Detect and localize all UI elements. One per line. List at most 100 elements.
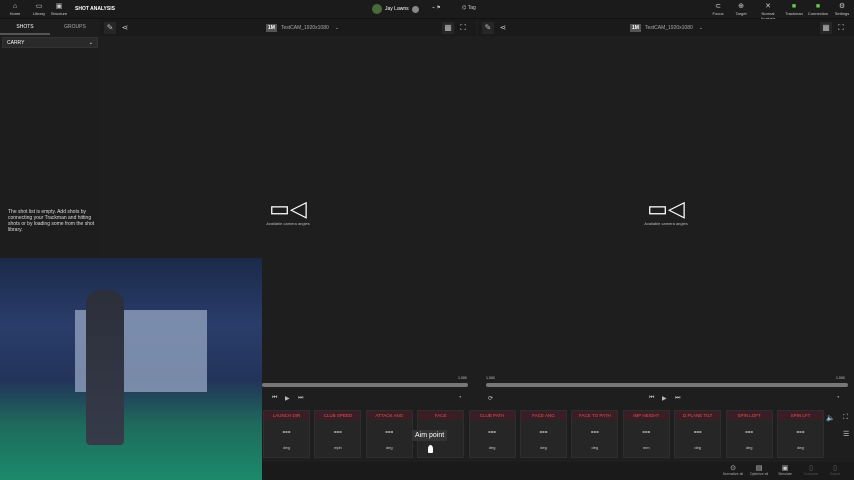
export-icon: ▯ [833,465,837,472]
aim-point-handle[interactable] [428,445,433,453]
draw-icon[interactable]: ✎ [482,21,494,34]
tag-label: Tag [467,5,476,11]
param-unit: deg [540,445,547,450]
param-unit: deg [797,445,804,450]
next-frame-icon[interactable]: ⏭ [675,395,680,402]
param-value: --- [539,427,548,436]
play-icon[interactable]: ▶ [285,395,290,402]
param-tile-attack-ang[interactable]: ATTACK ANG --- deg [365,410,413,458]
tab-groups[interactable]: GROUPS [50,19,100,35]
camera-message: Available camera angles [266,221,310,226]
param-unit: deg [283,445,290,450]
gear-icon: ⚙ [838,3,846,10]
user-icon [411,5,419,13]
tag-button[interactable]: ⌬ Tag [462,5,476,11]
fullscreen-icon[interactable]: ⛶ [843,414,848,422]
draw-icon[interactable]: ✎ [104,21,116,34]
speed-icon[interactable]: ◔ [836,395,840,401]
compare-button[interactable]: ▯ Compare [798,464,824,476]
user-name: Jay Lawns [385,6,409,12]
button-label: Trackman [785,11,803,16]
camera-badge: 1M [630,23,641,32]
nav-structure-button[interactable]: ▣ Structure [45,3,73,16]
simulate-button[interactable]: ▣ Simulate [772,464,798,476]
export-button[interactable]: ▯ Export [822,464,848,476]
empty-shot-list-message: The shot list is empty. Add shots by con… [8,209,95,233]
video-panel-2: ✎ ⋖ 1M TestCAM_1920x1080 ⌄ ▦ ⛶ ▭◁ Available… [478,19,854,379]
param-unit: mm [642,445,650,450]
param-name: FACE TO PATH [572,411,618,420]
metric-dropdown[interactable]: CARRY ⌄ [2,37,98,48]
compare-icon: ▯ [809,465,813,472]
analysis-icon: ✕ [765,3,771,10]
camera-placeholder: ▭◁ Available camera angles [243,197,333,227]
camera-video-feed [0,258,262,480]
target-icon: ⊕ [738,3,744,10]
button-label: Simulate [778,472,792,476]
grid-icon[interactable]: ▦ [820,21,832,34]
tab-shots[interactable]: SHOTS [0,19,50,35]
timeline-scrubber-2[interactable] [486,383,848,387]
share-icon[interactable]: ⋖ [119,22,131,34]
param-name: CLUB PATH [469,411,515,420]
param-name: FACE [418,411,464,420]
user-menu[interactable]: Jay Lawns [372,4,419,14]
param-value: --- [642,427,651,436]
top-bar: ⌂ Home ▭ Library ▣ Structure SHOT ANALYSIS Ja… [0,0,854,21]
param-value: --- [590,427,599,436]
target-button[interactable]: ⊕ Target [727,3,755,16]
button-label: Optimize all [749,472,769,476]
param-tile-face-ang[interactable]: FACE ANG --- deg [520,410,567,458]
optimize-all-button[interactable]: ▤ Optimize all [746,464,772,476]
tag-icon: ⌬ [462,5,467,11]
param-tile-spin-lft[interactable]: SPIN LFT --- deg [777,410,824,458]
monitor-icon: ▣ [55,3,63,10]
simulate-icon: ▣ [781,465,789,472]
param-tile-face-to-path[interactable]: FACE TO PATH --- deg [571,410,619,458]
nav-label: Library [32,11,46,16]
expand-icon[interactable]: ⛶ [457,22,469,34]
camera-message: Available camera angles [644,221,688,226]
param-name: IMP HEIGHT [623,411,669,420]
camera-select[interactable]: TestCAM_1920x1080 [645,25,693,31]
button-label: Export [829,472,841,476]
param-tile-spin-loft[interactable]: SPIN LOFT --- deg [725,410,773,458]
param-tile-launch-dir[interactable]: LAUNCH DIR --- deg [263,410,310,458]
param-name: CLUB SPEED [315,411,361,420]
camera-select[interactable]: TestCAM_1920x1080 [281,25,329,31]
camera-badge: 1M [266,23,277,32]
button-label: Compare [803,472,819,476]
list-icon[interactable]: ☰ [843,430,849,438]
timeline-scrubber-1[interactable] [262,383,468,387]
video-camera-icon: ▭◁ [647,196,685,221]
chevron-down-icon: ⌄ [88,39,93,46]
speed-icon[interactable]: ◔ [458,395,462,401]
camera-placeholder: ▭◁ Available camera angles [621,196,711,227]
sync-icon[interactable]: ⟳ [488,395,493,402]
chevron-down-icon[interactable]: ⌄ [699,25,703,31]
param-tile-club-path[interactable]: CLUB PATH --- deg [468,410,516,458]
volume-icon[interactable]: 🔈 [826,414,835,422]
chevron-down-icon[interactable]: ⌄ [335,25,339,31]
normalize-all-button[interactable]: ⊙ Normalize all [720,464,746,476]
settings-button[interactable]: ⚙ Settings [828,3,854,16]
param-name: SPIN LOFT [726,411,772,420]
share-icon[interactable]: ⋖ [497,22,509,34]
param-value: --- [333,427,342,436]
next-frame-icon[interactable]: ⏭ [298,395,303,402]
expand-icon[interactable]: ⛶ [835,22,847,34]
param-tile-club-speed[interactable]: CLUB SPEED --- mph [314,410,362,458]
param-tile-imp-height[interactable]: IMP HEIGHT --- mm [622,410,670,458]
chart-icon[interactable]: ⌁ ⚑ [432,5,441,11]
param-tile-d-plane-tilt[interactable]: D.PLANE TILT --- deg [674,410,722,458]
param-value: --- [385,427,394,436]
golfer [86,290,124,445]
grid-icon[interactable]: ▦ [442,21,454,34]
play-icon[interactable]: ▶ [662,395,667,402]
timeline-end: 1.000 [836,376,845,380]
previous-frame-icon[interactable]: ⏮ [649,395,654,402]
param-value: --- [796,427,805,436]
previous-frame-icon[interactable]: ⏮ [272,395,277,402]
param-unit: deg [745,445,753,450]
param-value: --- [488,427,497,436]
